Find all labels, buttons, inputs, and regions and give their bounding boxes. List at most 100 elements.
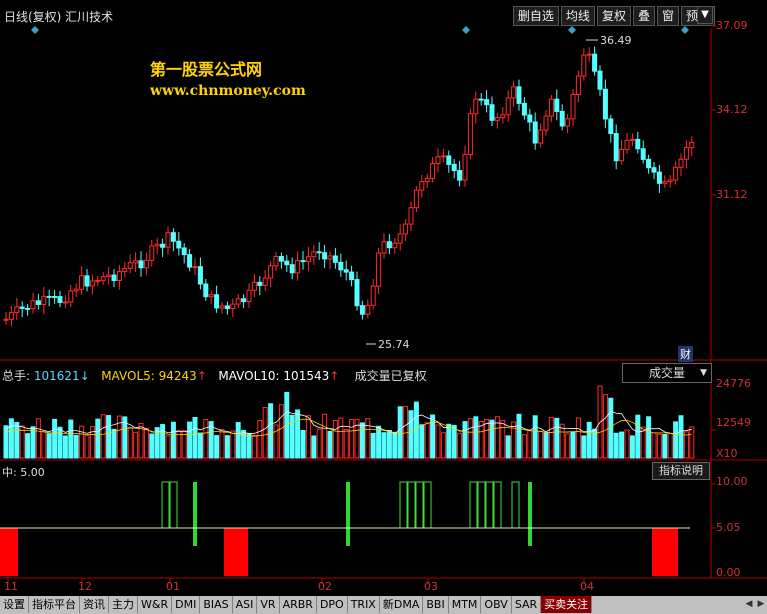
candle [322, 244, 328, 268]
volume-bar [79, 425, 85, 459]
candle [651, 162, 657, 180]
volume-bar [381, 432, 387, 459]
volume-bar [106, 415, 112, 459]
volume-bar [473, 416, 479, 459]
volume-bar [343, 429, 349, 459]
tab-bias[interactable]: BIAS [200, 596, 233, 613]
candle [262, 270, 268, 292]
volume-bar [149, 433, 155, 459]
tab-main-force[interactable]: 主力 [109, 596, 138, 613]
candle [122, 261, 128, 278]
volume-bar [662, 433, 668, 459]
candle [505, 90, 511, 123]
candle [160, 238, 166, 257]
volume-axis-mid: 12549 [716, 416, 751, 429]
tab-dpo[interactable]: DPO [317, 596, 348, 613]
volume-bar [100, 414, 106, 459]
volume-bar [624, 429, 630, 459]
candle [370, 279, 376, 310]
volume-bar [435, 424, 441, 459]
candle [640, 140, 646, 164]
candlesticks [3, 46, 695, 327]
candle [478, 93, 484, 106]
tab-bbi[interactable]: BBI [423, 596, 449, 613]
candle [316, 242, 322, 260]
candle [295, 251, 301, 281]
tab-indicator-platform[interactable]: 指标平台 [29, 596, 80, 613]
low-price-annotation: 25.74 [378, 338, 410, 351]
candle [203, 278, 209, 301]
volume-bar [673, 421, 679, 459]
volume-bar [570, 431, 576, 459]
mavol5-value: 94243 [158, 369, 197, 383]
candle [392, 238, 398, 254]
volume-bar [52, 418, 58, 459]
candle [500, 107, 506, 124]
candle [424, 173, 430, 189]
candle [613, 124, 619, 170]
tab-prev-icon[interactable]: ◀ [743, 596, 755, 614]
candle [430, 157, 436, 183]
volume-bar [392, 431, 398, 459]
volume-bar [295, 409, 301, 459]
tab-trade-focus[interactable]: 买卖关注 [541, 596, 593, 613]
candle [349, 265, 355, 287]
volume-bar [246, 433, 252, 459]
volume-bar [192, 416, 198, 459]
kline-chart[interactable] [0, 0, 767, 596]
candle [170, 228, 176, 252]
volume-bar [565, 433, 571, 459]
candle [257, 276, 263, 295]
volume-bar [349, 418, 355, 459]
candle [457, 160, 463, 187]
candle [565, 113, 571, 133]
tab-arbr[interactable]: ARBR [280, 596, 317, 613]
tab-asi[interactable]: ASI [233, 596, 258, 613]
indicator-axis-high: 10.00 [716, 475, 748, 488]
tab-vr[interactable]: VR [257, 596, 280, 613]
volume-bar [516, 413, 522, 459]
candle [646, 154, 652, 174]
indicator-bars [0, 481, 678, 576]
volume-bar [370, 432, 376, 459]
date-label: 02 [318, 580, 332, 593]
indicator-explain-button[interactable]: 指标说明 [652, 462, 710, 480]
chevron-down-icon: ▼ [700, 368, 707, 378]
tab-mtm[interactable]: MTM [449, 596, 482, 613]
candle [575, 70, 581, 103]
candle [386, 234, 392, 255]
volume-bar [273, 424, 279, 459]
tab-dmi[interactable]: DMI [172, 596, 201, 613]
volume-bar [73, 434, 79, 459]
tab-new-dma[interactable]: 新DMA [380, 596, 424, 613]
volume-bar [14, 421, 20, 459]
tab-sar[interactable]: SAR [512, 596, 542, 613]
candle [511, 80, 517, 107]
candle [381, 233, 387, 259]
volume-bar [413, 401, 419, 459]
tab-trix[interactable]: TRIX [348, 596, 380, 613]
volume-bar [462, 421, 468, 459]
volume-bar [84, 435, 90, 459]
tab-settings[interactable]: 设置 [0, 596, 29, 613]
volume-bar [230, 430, 236, 459]
candle [327, 251, 333, 269]
candle [273, 252, 279, 271]
candle [197, 257, 203, 290]
volume-bar [478, 421, 484, 459]
volume-bar [602, 394, 608, 459]
mavol5-label: MAVOL5: [101, 369, 155, 383]
candle [116, 264, 122, 290]
tab-news[interactable]: 资讯 [80, 596, 109, 613]
buy-signal-outline [511, 481, 520, 529]
candle [289, 257, 295, 280]
buy-signal-outline [469, 481, 478, 529]
tab-next-icon[interactable]: ▶ [755, 596, 767, 614]
tab-obv[interactable]: OBV [481, 596, 512, 613]
volume-bar [424, 422, 430, 459]
candle [581, 48, 587, 81]
indicator-select[interactable]: 成交量 ▼ [622, 363, 712, 383]
candle [489, 96, 495, 126]
financial-badge[interactable]: 财 [678, 346, 693, 362]
tab-wr[interactable]: W&R [138, 596, 173, 613]
